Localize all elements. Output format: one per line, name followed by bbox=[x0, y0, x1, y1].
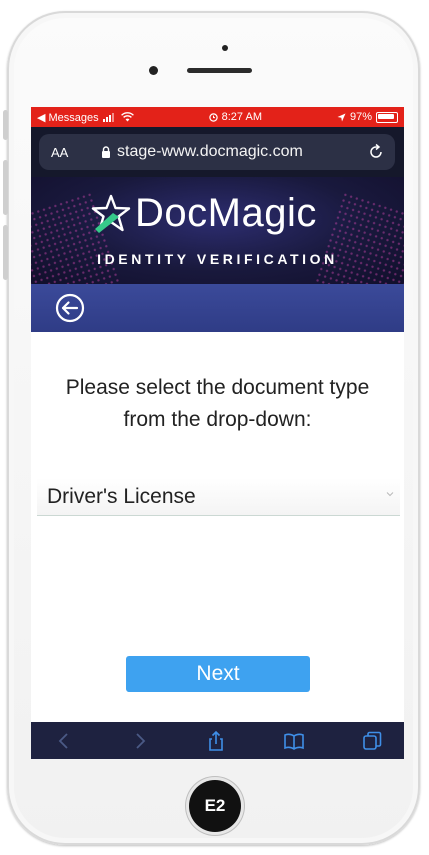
text-size-button[interactable]: AA bbox=[51, 145, 81, 160]
browser-url-bar: AA stage-www.docmagic.com bbox=[31, 127, 404, 177]
browser-back-icon[interactable] bbox=[53, 730, 75, 752]
browser-forward-icon[interactable] bbox=[129, 730, 151, 752]
instruction-line-1: Please select the document type bbox=[65, 376, 370, 399]
document-type-select[interactable]: Driver's License bbox=[37, 478, 400, 516]
bookmarks-icon[interactable] bbox=[283, 730, 305, 752]
instruction-text: Please select the document type from the… bbox=[31, 372, 404, 436]
battery-percent: 97% bbox=[349, 111, 372, 123]
url-text: stage-www.docmagic.com bbox=[117, 143, 303, 160]
proximity-sensor bbox=[222, 45, 228, 51]
battery-icon bbox=[375, 111, 398, 123]
share-icon[interactable] bbox=[205, 730, 227, 752]
reload-icon[interactable] bbox=[367, 143, 385, 161]
status-bar: ◀ Messages 8:27 AM 97% bbox=[31, 107, 404, 127]
home-button[interactable]: E2 bbox=[189, 780, 241, 832]
instruction-line-2: from the drop-down: bbox=[123, 408, 312, 431]
location-icon bbox=[337, 113, 346, 121]
chevron-down-icon bbox=[386, 492, 394, 497]
address-field[interactable]: AA stage-www.docmagic.com bbox=[39, 134, 395, 170]
clock-time: 8:27 AM bbox=[221, 111, 262, 123]
back-arrow-icon[interactable] bbox=[54, 292, 86, 324]
home-button-badge: E2 bbox=[204, 796, 226, 815]
banner-tagline: IDENTITY VERIFICATION bbox=[97, 251, 338, 267]
browser-toolbar bbox=[31, 722, 404, 759]
back-to-messages-link[interactable]: ◀ Messages bbox=[37, 111, 99, 124]
document-type-form: Please select the document type from the… bbox=[31, 332, 404, 722]
mute-switch bbox=[3, 110, 8, 140]
alarm-icon bbox=[208, 112, 218, 122]
next-button[interactable]: Next bbox=[126, 656, 310, 692]
front-camera bbox=[149, 66, 158, 75]
docmagic-logo: DocMagic bbox=[89, 191, 317, 236]
lock-icon bbox=[102, 146, 110, 158]
signal-icon bbox=[102, 112, 114, 122]
wifi-icon bbox=[120, 112, 134, 122]
tabs-icon[interactable] bbox=[361, 730, 383, 752]
document-type-value: Driver's License bbox=[47, 484, 196, 508]
earpiece-speaker bbox=[187, 68, 252, 73]
banner-decoration-right bbox=[310, 191, 404, 284]
brand-name: DocMagic bbox=[135, 191, 317, 235]
screen: ◀ Messages 8:27 AM 97% AA stage-www.docm… bbox=[31, 107, 404, 759]
volume-down-button bbox=[3, 225, 8, 280]
page-header-bar bbox=[31, 284, 404, 332]
brand-banner: DocMagic IDENTITY VERIFICATION bbox=[31, 177, 404, 284]
volume-up-button bbox=[3, 160, 8, 215]
star-logo-icon bbox=[91, 194, 131, 233]
